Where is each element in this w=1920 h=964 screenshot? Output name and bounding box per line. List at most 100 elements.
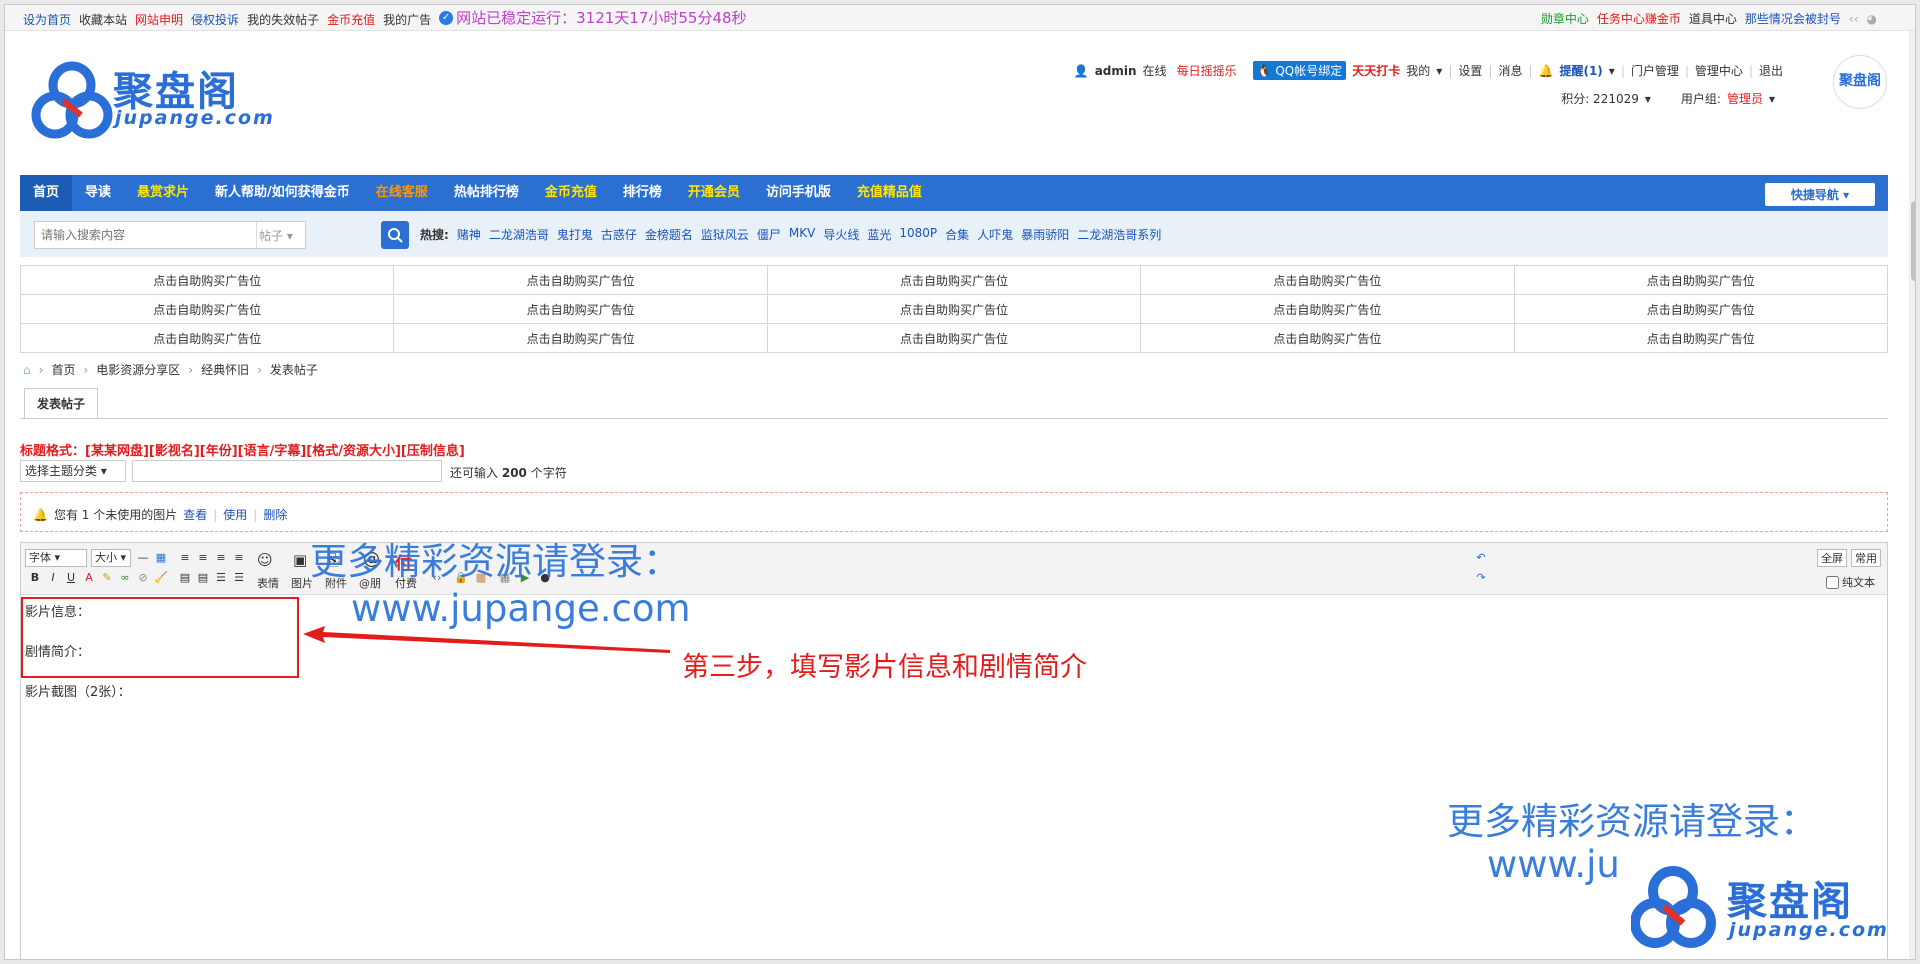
unlink-icon[interactable]: ⊘ xyxy=(135,570,151,586)
ad-slot[interactable]: 点击自助购买广告位 xyxy=(1513,265,1889,295)
ad-slot[interactable]: 点击自助购买广告位 xyxy=(1140,265,1515,295)
ad-slot[interactable]: 点击自助购买广告位 xyxy=(19,265,395,295)
site-statement-link[interactable]: 网站申明 xyxy=(135,11,183,28)
align-right-icon[interactable]: ≡ xyxy=(213,550,229,566)
font-select[interactable]: 字体 ▾ xyxy=(25,549,87,567)
checkin-link[interactable]: 天天打卡 xyxy=(1352,62,1400,79)
bold-icon[interactable]: B xyxy=(27,570,43,586)
unordered-list-icon[interactable]: ☰ xyxy=(231,570,247,586)
hot-word[interactable]: 二龙湖浩哥系列 xyxy=(1077,226,1161,243)
usergroup-link[interactable]: 管理员 xyxy=(1727,90,1763,107)
search-type-select[interactable]: 帖子 ▾ xyxy=(259,227,293,244)
hot-word[interactable]: 监狱风云 xyxy=(701,226,749,243)
prop-center-link[interactable]: 道具中心 xyxy=(1689,10,1737,27)
plaintext-checkbox[interactable] xyxy=(1826,575,1839,589)
ad-slot[interactable]: 点击自助购买广告位 xyxy=(766,294,1142,324)
medal-center-link[interactable]: 勋章中心 xyxy=(1541,10,1589,27)
notice-delete-link[interactable]: 删除 xyxy=(263,506,287,523)
tool-emoji[interactable]: 表情 xyxy=(257,575,279,591)
align-justify-icon[interactable]: ≡ xyxy=(231,550,247,566)
nav-bounty[interactable]: 悬赏求片 xyxy=(124,175,202,211)
clear-format-icon[interactable]: 🧹 xyxy=(153,570,169,586)
breadcrumb-subforum[interactable]: 经典怀旧 xyxy=(201,361,249,378)
qq-bind-button[interactable]: 🐧 QQ帐号绑定 xyxy=(1252,61,1347,80)
nav-online-service[interactable]: 在线客服 xyxy=(363,175,441,211)
settings-link[interactable]: 设置 xyxy=(1458,62,1482,79)
username-link[interactable]: admin xyxy=(1095,64,1137,78)
hot-word[interactable]: 蓝光 xyxy=(867,226,891,243)
set-homepage-link[interactable]: 设为首页 xyxy=(23,11,71,28)
notice-use-link[interactable]: 使用 xyxy=(223,506,247,523)
search-input[interactable] xyxy=(35,222,257,248)
bookmark-link[interactable]: 收藏本站 xyxy=(79,11,127,28)
common-button[interactable]: 常用 xyxy=(1851,549,1881,567)
site-logo[interactable]: 聚盘阁 jupange.com xyxy=(29,57,273,149)
hr-icon[interactable]: — xyxy=(135,550,151,566)
fullscreen-button[interactable]: 全屏 xyxy=(1817,549,1847,567)
underline-icon[interactable]: U xyxy=(63,570,79,586)
breadcrumb-forum[interactable]: 电影资源分享区 xyxy=(96,361,180,378)
search-button[interactable] xyxy=(381,221,409,249)
title-input[interactable] xyxy=(132,460,442,482)
nav-newbie-help[interactable]: 新人帮助/如何获得金币 xyxy=(202,175,363,211)
redo-icon[interactable]: ↷ xyxy=(1473,570,1489,586)
link-icon[interactable]: ∞ xyxy=(117,570,133,586)
infringement-link[interactable]: 侵权投诉 xyxy=(191,11,239,28)
ordered-list-icon[interactable]: ☰ xyxy=(213,570,229,586)
points-link[interactable]: 积分: 221029 xyxy=(1561,90,1639,107)
task-center-link[interactable]: 任务中心赚金币 xyxy=(1597,10,1681,27)
ad-slot[interactable]: 点击自助购买广告位 xyxy=(1513,294,1889,324)
hot-word[interactable]: 1080P xyxy=(899,226,937,243)
daily-shake-link[interactable]: 每日摇摇乐 xyxy=(1177,62,1237,79)
hot-word[interactable]: 赌神 xyxy=(457,226,481,243)
hot-word[interactable]: 合集 xyxy=(945,226,969,243)
nav-ranking[interactable]: 排行榜 xyxy=(610,175,675,211)
breadcrumb-home[interactable]: 首页 xyxy=(51,361,75,378)
collapse-icon[interactable]: ‹‹ xyxy=(1849,12,1859,26)
nav-premium-recharge[interactable]: 充值精品值 xyxy=(844,175,935,211)
topic-category-select[interactable]: 选择主题分类 ▾ xyxy=(20,460,126,482)
nav-hot-ranking[interactable]: 热帖排行榜 xyxy=(441,175,532,211)
font-color-icon[interactable]: A xyxy=(81,570,97,586)
hot-word[interactable]: MKV xyxy=(789,226,815,243)
hot-word[interactable]: 暴雨骄阳 xyxy=(1021,226,1069,243)
messages-link[interactable]: 消息 xyxy=(1498,62,1522,79)
nav-mobile[interactable]: 访问手机版 xyxy=(753,175,844,211)
ad-slot[interactable]: 点击自助购买广告位 xyxy=(393,265,768,295)
notice-view-link[interactable]: 查看 xyxy=(183,506,207,523)
emoji-icon[interactable]: ☺ xyxy=(257,551,273,569)
home-icon[interactable]: ⌂ xyxy=(23,363,31,377)
scrollbar-thumb[interactable] xyxy=(1911,201,1915,281)
ad-slot[interactable]: 点击自助购买广告位 xyxy=(766,265,1142,295)
align-left-icon[interactable]: ≡ xyxy=(177,550,193,566)
ad-slot[interactable]: 点击自助购买广告位 xyxy=(19,323,395,353)
align-center-icon[interactable]: ≡ xyxy=(195,550,211,566)
quick-nav-button[interactable]: 快捷导航 ▾ xyxy=(1765,183,1875,206)
nav-vip[interactable]: 开通会员 xyxy=(675,175,753,211)
hot-word[interactable]: 金榜题名 xyxy=(645,226,693,243)
ad-slot[interactable]: 点击自助购买广告位 xyxy=(1140,323,1515,353)
admin-center-link[interactable]: 管理中心 xyxy=(1695,62,1743,79)
hot-word[interactable]: 导火线 xyxy=(823,226,859,243)
background-icon[interactable]: ▦ xyxy=(153,550,169,566)
nav-coin-recharge[interactable]: 金币充值 xyxy=(532,175,610,211)
avatar[interactable]: 聚盘阁 xyxy=(1833,55,1887,109)
nav-home[interactable]: 首页 xyxy=(20,175,73,211)
ad-slot[interactable]: 点击自助购买广告位 xyxy=(19,294,395,324)
hot-word[interactable]: 二龙湖浩哥 xyxy=(489,226,549,243)
my-ads-link[interactable]: 我的广告 xyxy=(383,11,431,28)
nav-guide[interactable]: 导读 xyxy=(72,175,124,211)
scrollbar[interactable] xyxy=(1909,31,1915,959)
ad-slot[interactable]: 点击自助购买广告位 xyxy=(1140,294,1515,324)
ad-slot[interactable]: 点击自助购买广告位 xyxy=(1513,323,1889,353)
float-left-icon[interactable]: ▤ xyxy=(177,570,193,586)
ad-slot[interactable]: 点击自助购买广告位 xyxy=(393,323,768,353)
ad-slot[interactable]: 点击自助购买广告位 xyxy=(766,323,1142,353)
ban-rules-link[interactable]: 那些情况会被封号 xyxy=(1745,10,1841,27)
hot-word[interactable]: 人吓鬼 xyxy=(977,226,1013,243)
tab-new-post[interactable]: 发表帖子 xyxy=(24,388,98,418)
ad-slot[interactable]: 点击自助购买广告位 xyxy=(393,294,768,324)
invalid-posts-link[interactable]: 我的失效帖子 xyxy=(247,11,319,28)
image-icon[interactable]: ▣ xyxy=(293,551,307,569)
palette-icon[interactable]: ◕ xyxy=(1867,12,1877,26)
